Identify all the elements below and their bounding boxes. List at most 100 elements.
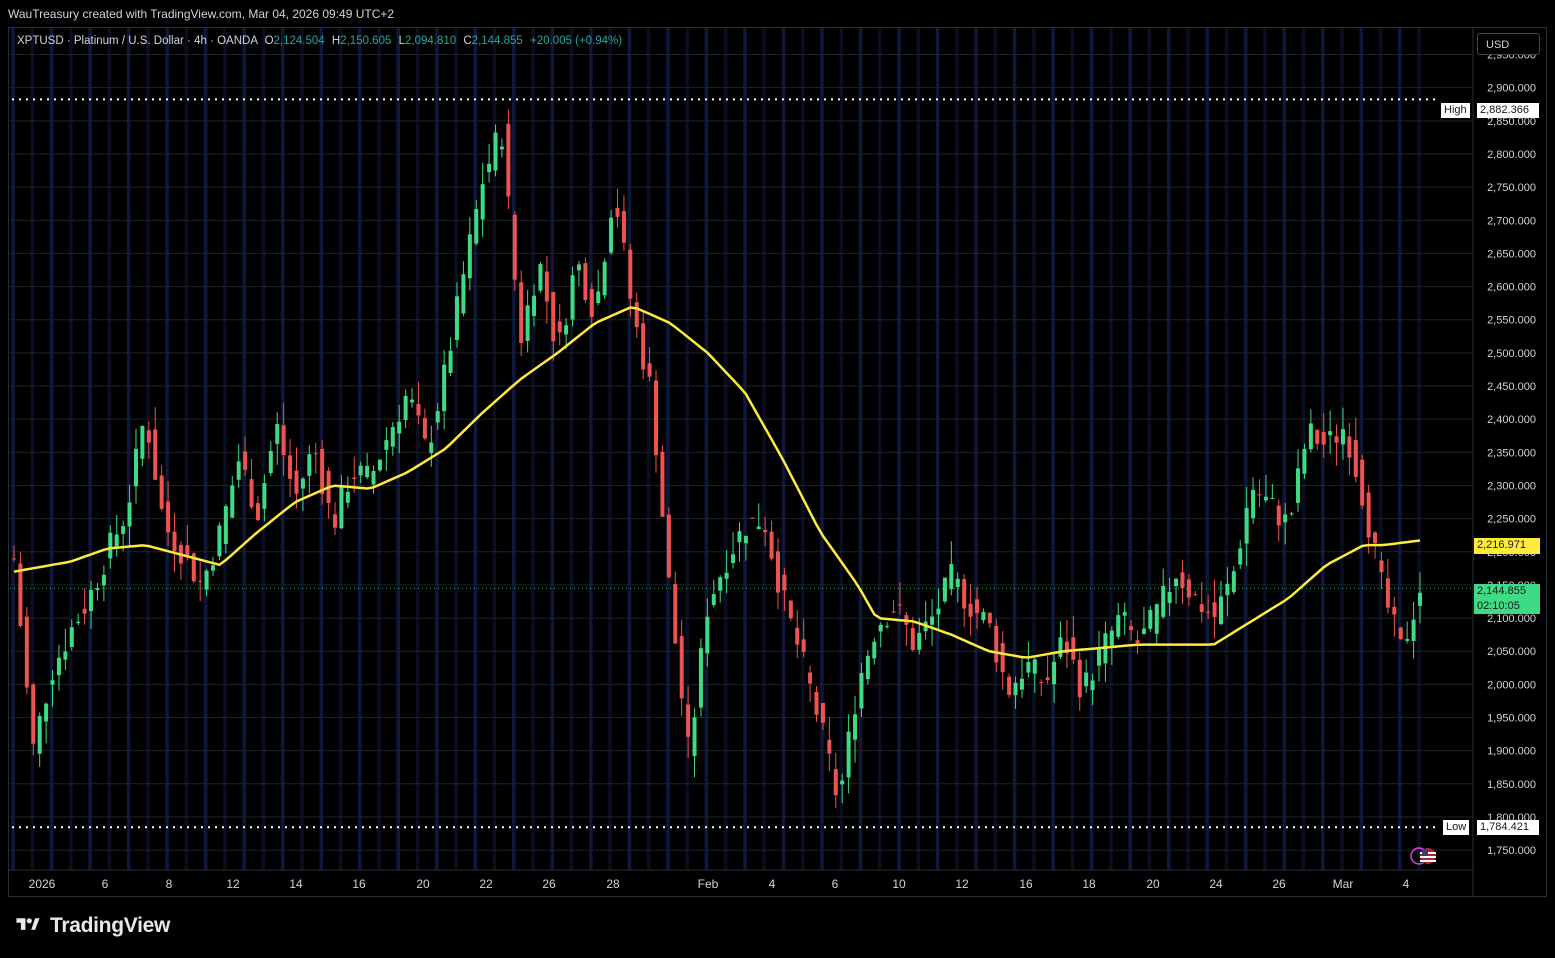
candle [615, 188, 620, 228]
candle-body [949, 564, 954, 590]
candle-body [365, 465, 370, 478]
candle-body [1052, 661, 1057, 685]
candle-body [1366, 492, 1371, 538]
candle [923, 601, 928, 640]
candle [711, 579, 716, 608]
legend-interval[interactable]: 4h [194, 35, 207, 47]
candle-body [827, 739, 832, 754]
candle-body [1129, 626, 1134, 631]
candle-body [782, 574, 787, 591]
candle-body [602, 261, 607, 296]
candle-body [660, 451, 665, 517]
candle-body [788, 600, 793, 619]
candle [544, 255, 549, 324]
candle-body [724, 572, 729, 579]
price-tick-label: 2,450.000 [1487, 381, 1536, 393]
candle [114, 515, 119, 557]
candle [666, 507, 671, 579]
candle [576, 261, 581, 287]
candle-body [968, 603, 973, 617]
candle [1308, 409, 1313, 453]
price-tick-label: 2,750.000 [1487, 182, 1536, 194]
candle [1405, 621, 1410, 644]
legend-symbol[interactable]: XPTUSD [17, 35, 64, 47]
us-flag-icon[interactable] [1408, 846, 1438, 866]
candle [461, 261, 466, 317]
currency-button[interactable]: USD [1477, 33, 1540, 55]
candle [1411, 601, 1416, 659]
candle-body [1302, 448, 1307, 474]
candle-body [621, 210, 626, 243]
candle-body [1122, 611, 1127, 616]
candle-body [795, 627, 800, 645]
candle-body [1315, 429, 1320, 444]
candle-body [384, 440, 389, 450]
candle [448, 337, 453, 377]
candle-body [1251, 489, 1256, 519]
price-chart[interactable]: 2,950.0002,900.0002,850.0002,800.0002,75… [0, 0, 1555, 958]
candle-body [551, 292, 556, 342]
tradingview-logo[interactable]: TradingView [12, 914, 170, 938]
candle-body [962, 579, 967, 609]
candle [76, 613, 81, 626]
candle [904, 611, 909, 646]
candle-body [12, 558, 16, 560]
candle-body [1392, 606, 1397, 615]
time-tick-label: 6 [832, 877, 839, 891]
price-tick-label: 2,800.000 [1487, 149, 1536, 161]
candle-body [737, 531, 742, 543]
candle [750, 517, 755, 519]
candle-body [230, 485, 235, 518]
candle [1154, 603, 1159, 645]
candle-body [345, 491, 350, 503]
candle-body [467, 234, 472, 279]
candle [384, 427, 389, 471]
candle-body [634, 302, 639, 328]
candle [429, 425, 434, 467]
candle [172, 513, 177, 573]
time-tick-label: 4 [1403, 877, 1410, 891]
candle-body [673, 584, 678, 644]
candle-body [499, 146, 504, 150]
candle-body [403, 395, 408, 420]
candle-body [1186, 579, 1191, 598]
candle [371, 465, 376, 494]
candle-body [1058, 637, 1063, 657]
legend-open-key: O [264, 35, 274, 47]
candle [1045, 656, 1050, 685]
candle-body [1199, 604, 1204, 613]
candle [987, 612, 992, 629]
tradingview-logo-icon [16, 918, 40, 930]
candle-body [255, 503, 260, 521]
candle-body [698, 648, 703, 708]
candle [480, 162, 485, 237]
candle [178, 541, 183, 580]
candle-body [223, 506, 228, 544]
candle-body [705, 616, 710, 654]
candle [101, 565, 106, 602]
candle-body [891, 611, 896, 613]
candle-body [442, 364, 447, 412]
legend-source: OANDA [217, 35, 258, 47]
candle [56, 644, 61, 691]
candle [1058, 621, 1063, 660]
candle-body [390, 427, 395, 447]
candle-body [544, 271, 549, 302]
candle-body [1296, 468, 1301, 503]
candle-body [872, 641, 877, 659]
candle-body [76, 621, 81, 624]
legend-open: 2,124.504 [273, 35, 325, 47]
candle-body [1174, 578, 1179, 587]
candle [422, 408, 427, 441]
candle-body [1032, 659, 1037, 674]
time-tick-label: 10 [892, 877, 906, 891]
candle [326, 467, 331, 519]
candle-body [930, 616, 935, 625]
time-tick-label: 16 [1019, 877, 1033, 891]
time-tick-label: Mar [1333, 877, 1354, 891]
candle-body [763, 529, 768, 533]
candle [570, 266, 575, 327]
candle [217, 522, 222, 561]
candle-body [885, 626, 890, 628]
candle-body [281, 425, 286, 456]
